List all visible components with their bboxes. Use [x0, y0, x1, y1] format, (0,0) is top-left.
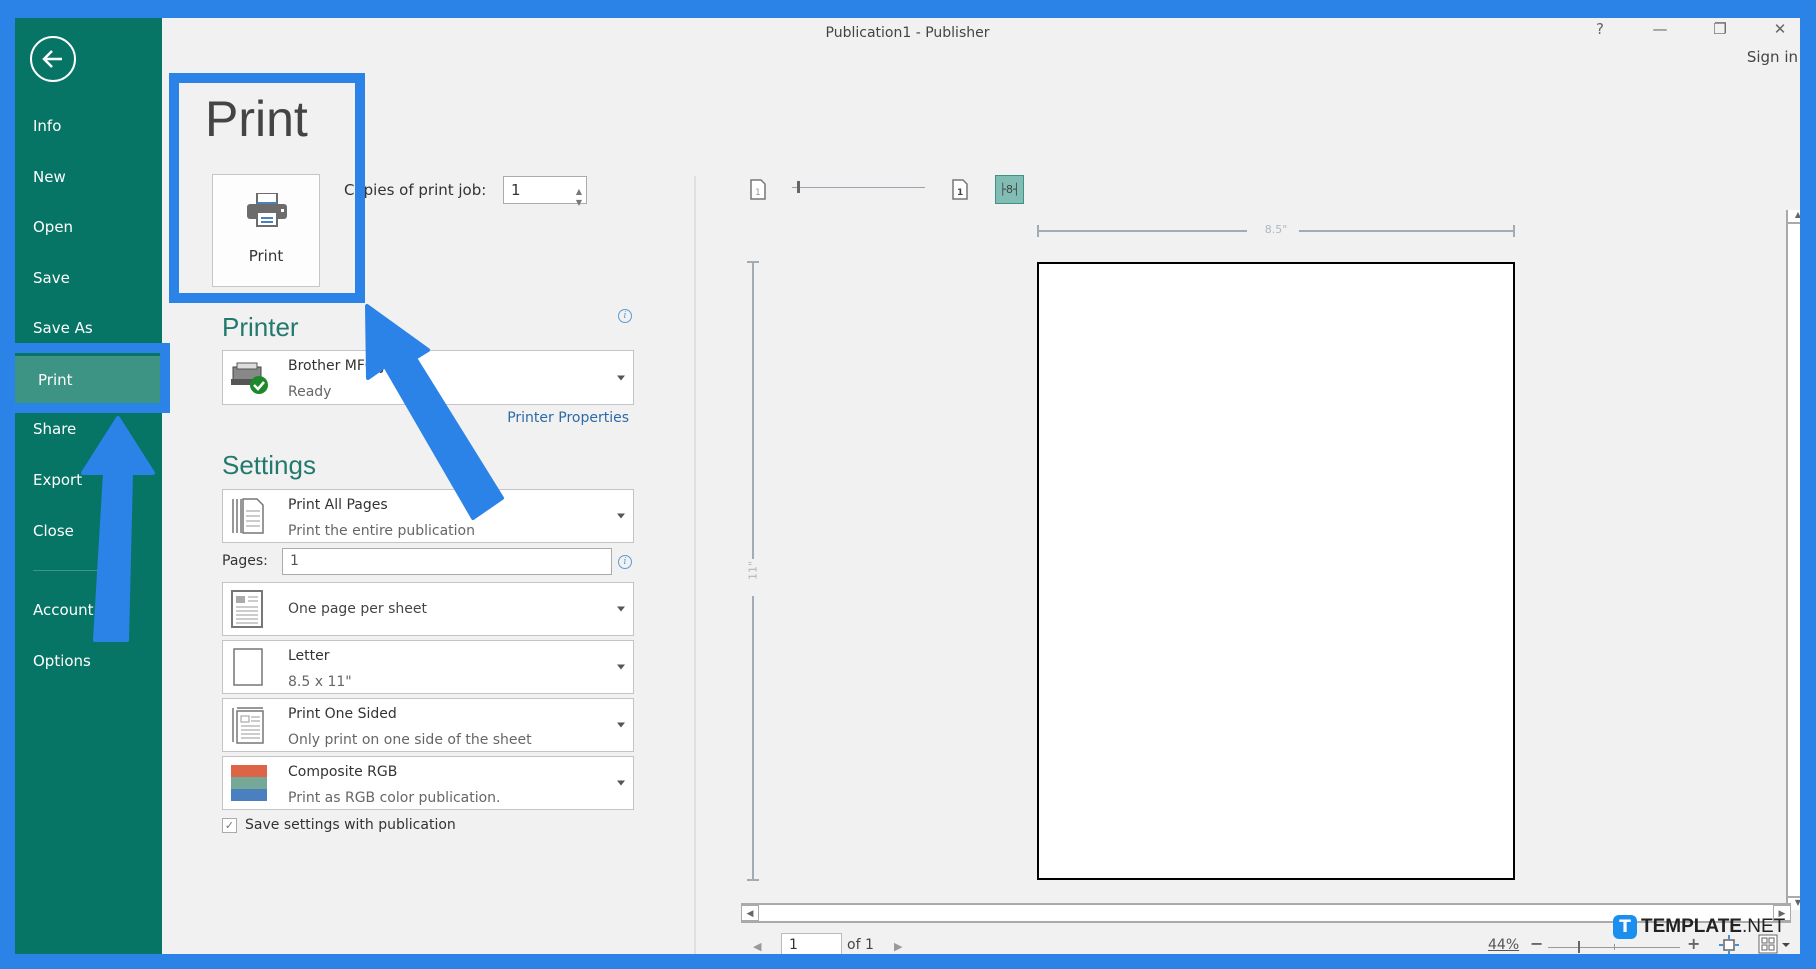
publisher-backstage: Info New Open Save Save As Print Share E… [15, 18, 1800, 954]
arrow-to-sidebar-print [81, 416, 155, 642]
arrow-to-print-button [365, 304, 504, 520]
annotation-arrows [81, 304, 504, 642]
